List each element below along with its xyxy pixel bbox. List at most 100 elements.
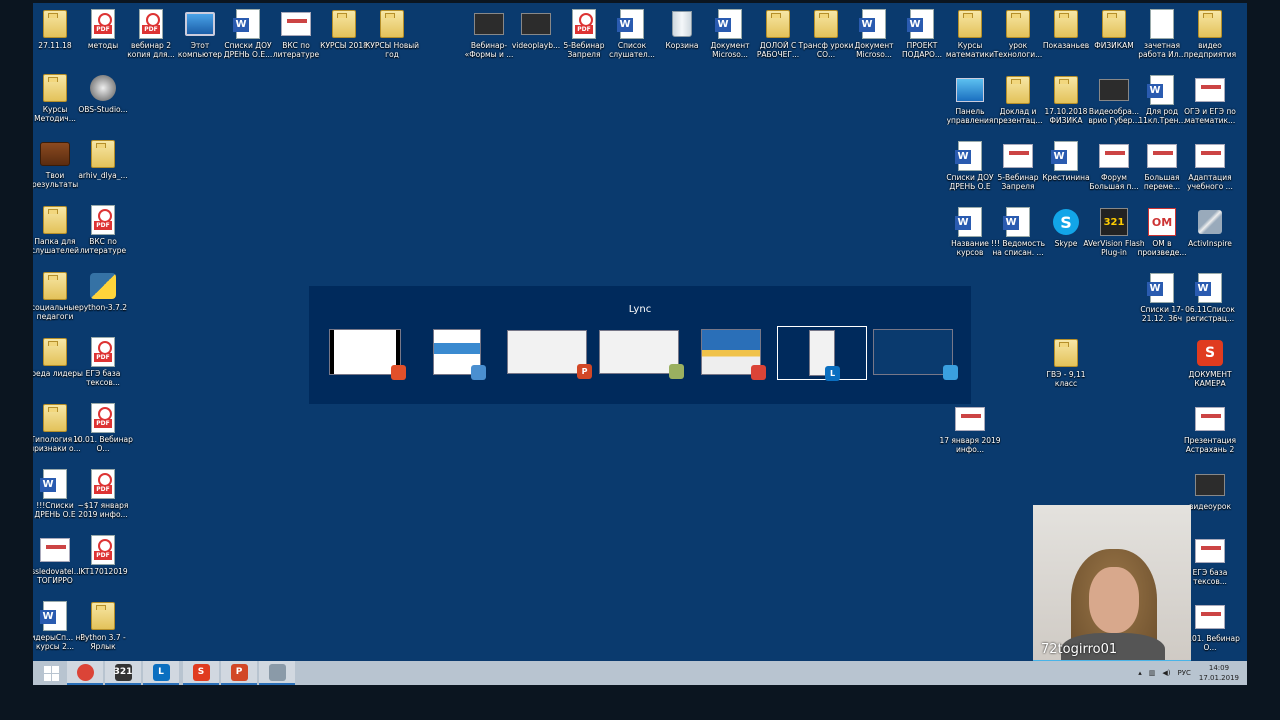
folder-icon [329, 9, 359, 39]
desktop-icon-app[interactable]: S ДОКУМЕНТ КАМЕРА [1181, 338, 1239, 400]
desktop-icon-label: ЕГЭ база тексов... [85, 369, 121, 387]
explorer-window-app-icon [471, 365, 486, 380]
switcher-thumb-chrome-window[interactable] [687, 326, 775, 380]
word-icon [40, 469, 70, 499]
word-icon [859, 9, 889, 39]
chest-icon [40, 139, 70, 169]
taskbar-document-camera[interactable]: S [183, 661, 219, 685]
desktop-icon-label: видео предприятия [1183, 41, 1237, 59]
show-hidden-icons-icon[interactable]: ▴ [1138, 669, 1142, 677]
desktop-icon-thumb[interactable]: Презентация Астрахань 2 [1181, 404, 1239, 466]
desktop-icon-folder[interactable]: ГВЭ - 9,11 класс [1037, 338, 1095, 400]
pdf-icon [136, 9, 166, 39]
explorer-window-preview [433, 329, 486, 380]
py-icon [88, 271, 118, 301]
switcher-thumb-paint-window[interactable] [595, 326, 684, 379]
pdf-icon [88, 205, 118, 235]
thumb-icon [1195, 75, 1225, 105]
folder-icon [40, 403, 70, 433]
desktop-icon-label: ГВЭ - 9,11 класс [1046, 370, 1086, 388]
folder-icon [88, 601, 118, 631]
folder-icon [40, 73, 70, 103]
panel-icon [955, 75, 985, 105]
om-icon: ОМ [1147, 207, 1177, 237]
desktop-icon-label: ДОКУМЕНТ КАМЕРА [1188, 370, 1232, 388]
activinspire-icon [268, 663, 286, 681]
video-icon [1099, 75, 1129, 105]
volume-icon[interactable]: ◀) [1162, 669, 1170, 677]
desktop-icon-pen[interactable]: ActivInspire [1181, 207, 1239, 269]
trash-icon [667, 9, 697, 39]
language-indicator[interactable]: РУС [1178, 669, 1191, 677]
word-icon [617, 9, 647, 39]
app-icon: S [1195, 338, 1225, 368]
word-icon [907, 9, 937, 39]
network-icon[interactable]: ▥ [1149, 669, 1156, 677]
desktop-icon-obs[interactable]: OBS-Studio... [74, 73, 132, 135]
desktop-icon-folder[interactable]: arhiv_dlya_... [74, 139, 132, 201]
folder-icon [40, 9, 70, 39]
desktop-icon-thumb[interactable]: ОГЭ и ЕГЭ по математик... [1181, 75, 1239, 137]
word-icon [40, 601, 70, 631]
thumb-icon [1099, 141, 1129, 171]
taskbar-lync[interactable]: L [143, 661, 179, 685]
clock-date: 17.01.2019 [1198, 674, 1239, 682]
windows-logo-icon [43, 665, 60, 682]
document-camera-icon: S [192, 663, 210, 681]
thumb-icon [281, 9, 311, 39]
desktop-icon-label: Адаптация учебного ... [1187, 173, 1233, 191]
desktop-icon-thumb[interactable]: 17 января 2019 инфо... [939, 404, 1001, 466]
folder-icon [1003, 9, 1033, 39]
word-icon [233, 9, 263, 39]
desktop-icon-label: 06.11Список регистрац... [1185, 305, 1235, 323]
clock-time: 14:09 [1208, 664, 1230, 672]
obs-icon [88, 73, 118, 103]
taskbar-powerpoint[interactable]: P [221, 661, 257, 685]
pdf-icon [569, 9, 599, 39]
switcher-thumb-pdf-window[interactable] [321, 326, 409, 380]
folder-icon [811, 9, 841, 39]
pdf-icon [88, 403, 118, 433]
desktop-icon-pdf[interactable]: IKT17012019 [74, 535, 132, 597]
folder-icon [955, 9, 985, 39]
desktop-icon-label: python-3.7.2 [78, 303, 128, 312]
desktop-icon-label: arhiv_dlya_... [78, 171, 128, 180]
webcam-participant-name: 72togirro01 [1041, 642, 1118, 657]
desktop-icon-label: Презентация Астрахань 2 [1184, 436, 1236, 454]
switcher-thumb-desktop-window[interactable] [869, 326, 958, 380]
desktop-icon-pdf[interactable]: ЕГЭ база тексов... [74, 337, 132, 399]
desktop-window-preview [873, 329, 958, 380]
switcher-title: Lync [628, 304, 652, 315]
desktop-icon-label: ВКС по литературе [79, 237, 127, 255]
desktop-icon-word[interactable]: 06.11Список регистрац... [1181, 273, 1239, 335]
folder-icon [1003, 75, 1033, 105]
desktop-icon-pdf[interactable]: ~$17 января 2019 инфо... [74, 469, 132, 531]
desktop-icon-thumb[interactable]: Адаптация учебного ... [1181, 141, 1239, 203]
start-button[interactable] [33, 661, 69, 685]
clock[interactable]: 14:09 17.01.2019 [1199, 663, 1239, 683]
thumb-icon [1195, 141, 1225, 171]
folder-icon [40, 271, 70, 301]
taskbar-activinspire[interactable] [259, 661, 295, 685]
switcher-thumb-lync-window[interactable]: L [777, 326, 867, 381]
desktop-window-app-icon [943, 365, 958, 380]
taskbar-avervision[interactable]: 321 [105, 661, 141, 685]
taskbar-chrome[interactable] [67, 661, 103, 685]
switcher-thumb-powerpoint-window[interactable]: P [503, 326, 592, 379]
pdf-icon [88, 535, 118, 565]
desktop-icon-py[interactable]: python-3.7.2 [74, 271, 132, 333]
thumb-icon [955, 404, 985, 434]
thumb-icon [1195, 536, 1225, 566]
chrome-icon [76, 663, 94, 681]
pdf-window-preview [329, 329, 406, 380]
desktop-icon-pdf[interactable]: ВКС по литературе [74, 205, 132, 267]
desktop-icon-pdf[interactable]: 10.01. Вебинар О... [73, 403, 133, 465]
window-switcher: Lync P L [309, 286, 971, 404]
switcher-thumb-explorer-window[interactable] [413, 326, 501, 380]
desktop-icon-folder[interactable]: КУРСЫ Новый год [363, 9, 421, 71]
pdf-icon [88, 337, 118, 367]
word-icon [715, 9, 745, 39]
desktop-icon-folder[interactable]: Python 3.7 - Ярлык [74, 601, 132, 663]
desktop-icon-folder[interactable]: видео предприятия [1181, 9, 1239, 71]
taskbar: 321 L S P ▴ ▥ ◀) РУС 14:09 17.01.2019 [33, 661, 1247, 685]
